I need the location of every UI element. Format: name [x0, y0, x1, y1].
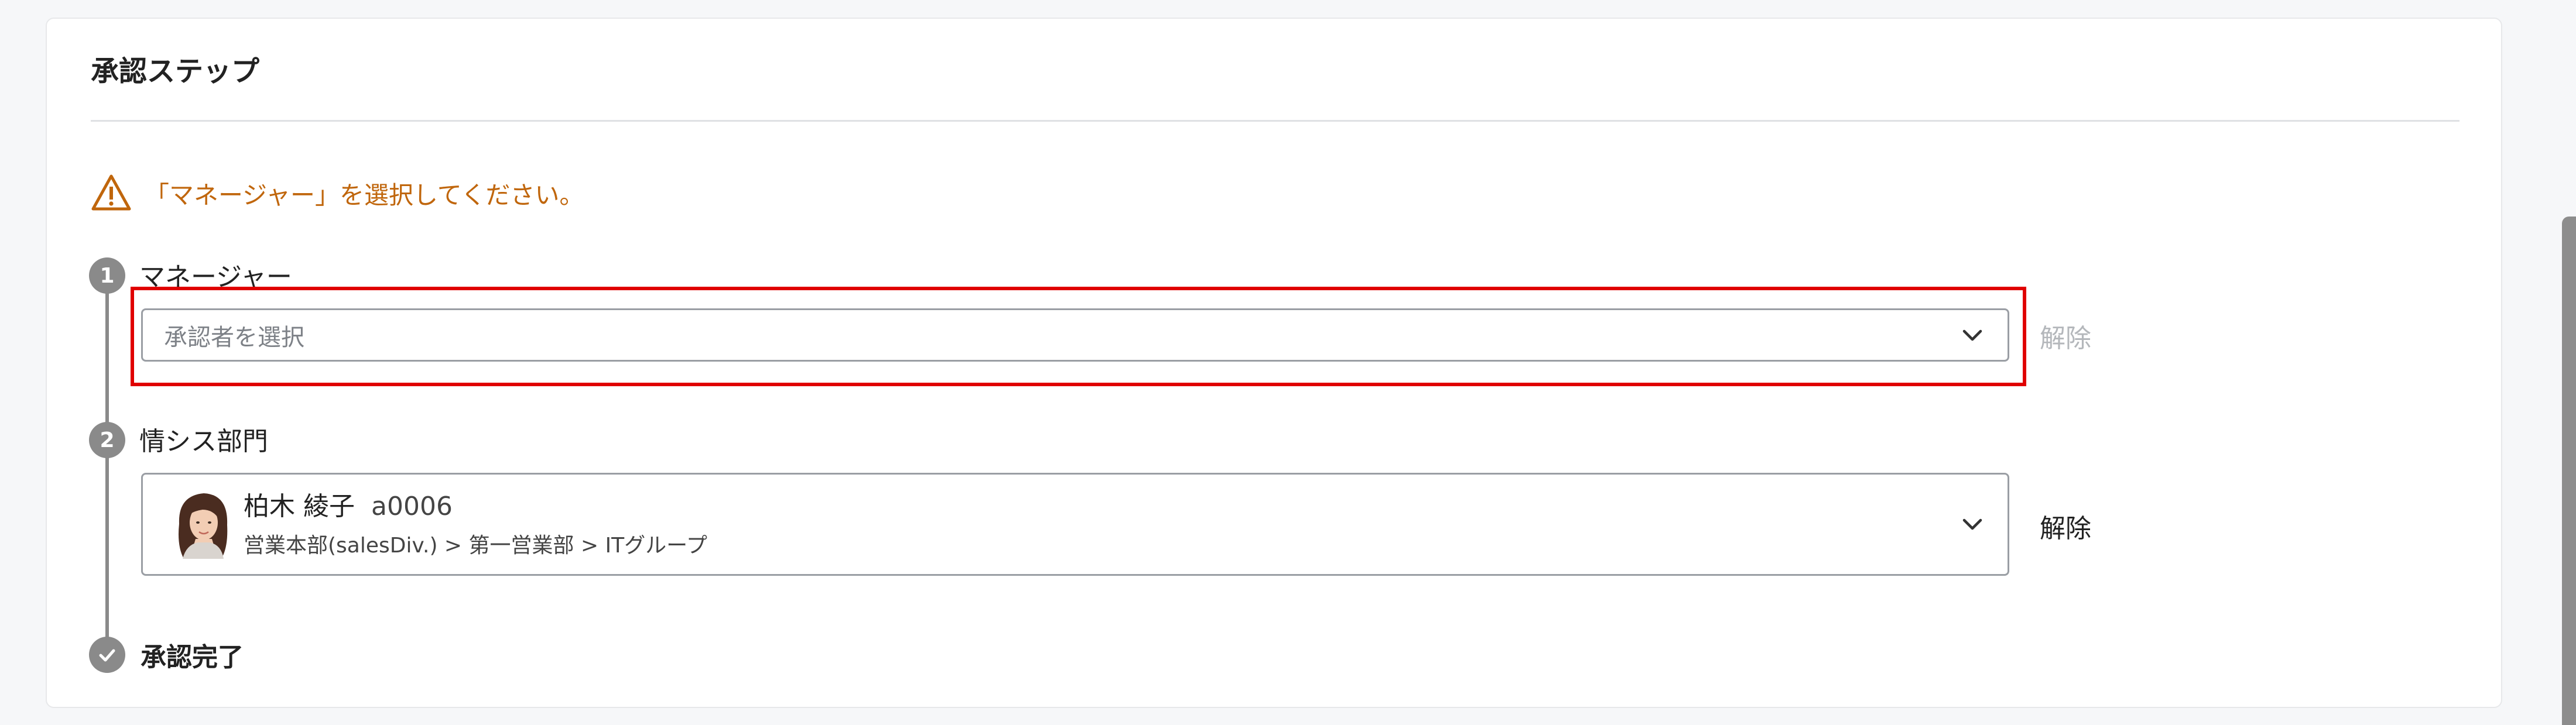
scrollbar-thumb[interactable] [2562, 217, 2576, 725]
warning-text: 「マネージャー」を選択してください。 [145, 180, 584, 209]
approver-department: 営業本部(salesDiv.) > 第一営業部 > ITグループ [244, 534, 708, 558]
chevron-down-icon[interactable] [1960, 322, 1985, 348]
clear-button-step-1[interactable]: 解除 [2040, 317, 2091, 355]
check-icon [89, 637, 125, 673]
avatar [174, 489, 231, 559]
chevron-down-icon[interactable] [1960, 511, 1985, 537]
approver-select-step-1[interactable]: 承認者を選択 [141, 308, 2009, 362]
warning-message: 「マネージャー」を選択してください。 [91, 173, 584, 214]
approver-name-text: 柏木 綾子 [244, 492, 355, 521]
approver-select-step-2[interactable]: 柏木 綾子 a0006 営業本部(salesDiv.) > 第一営業部 > ITグ… [141, 473, 2009, 576]
step-2-number: 2 [89, 422, 125, 458]
completion-label: 承認完了 [141, 642, 244, 672]
approval-page: 承認ステップ 「マネージャー」を選択してください。 1 マネージャー 承認者を選… [0, 0, 2576, 725]
section-divider [91, 120, 2459, 122]
step-timeline [105, 275, 109, 655]
approver-id: a0006 [371, 492, 453, 521]
warning-triangle-icon [91, 173, 132, 214]
section-title: 承認ステップ [91, 55, 260, 88]
step-2-label: 情シス部門 [139, 427, 268, 456]
approver-name: 柏木 綾子 a0006 [244, 485, 453, 523]
approver-select-placeholder: 承認者を選択 [164, 324, 304, 351]
clear-button-step-2[interactable]: 解除 [2040, 507, 2091, 545]
step-1-number: 1 [89, 257, 125, 294]
